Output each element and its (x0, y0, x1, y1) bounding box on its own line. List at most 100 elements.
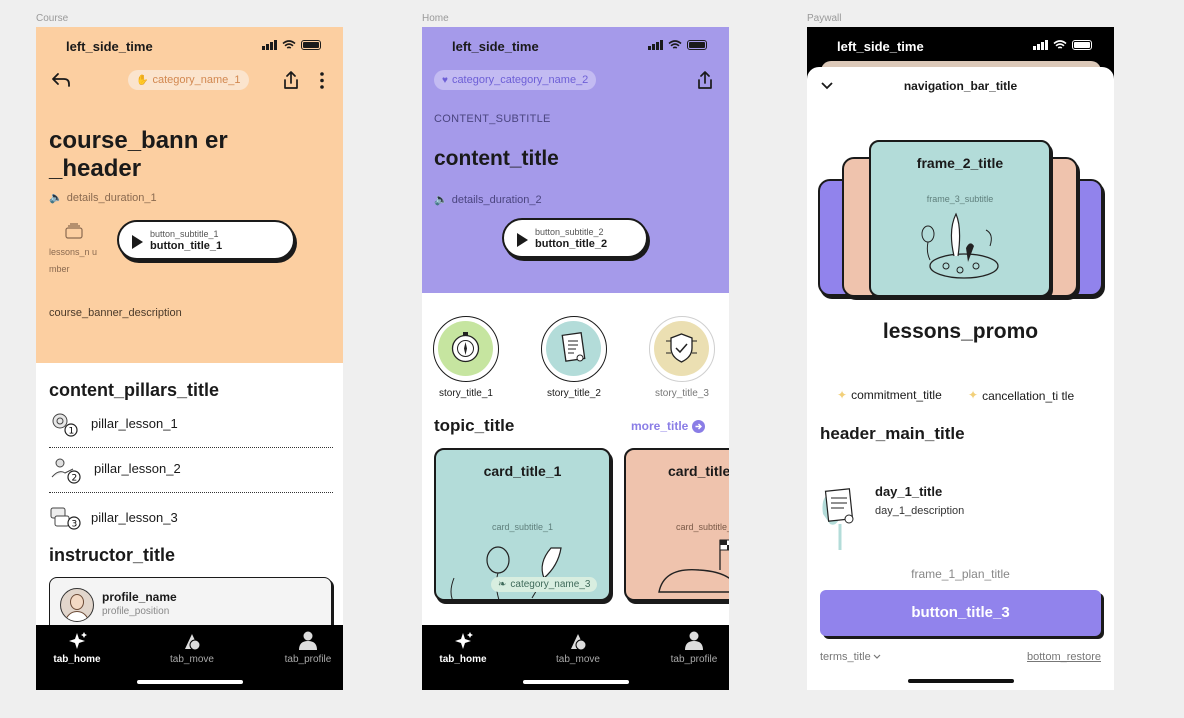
status-icons (648, 40, 707, 50)
paywall-screen: left_side_time navigation_bar_title fram… (807, 27, 1114, 690)
share-icon[interactable] (696, 71, 714, 90)
commitment-row: ✦ commitment_title (837, 388, 942, 402)
content-subtitle: CONTENT_SUBTITLE (434, 113, 551, 125)
card-category-pill: ❧ category_name_3 (491, 577, 598, 592)
svg-text:2: 2 (72, 474, 78, 484)
profile-name: profile_name (102, 590, 177, 604)
arrow-right-icon (692, 419, 706, 433)
stack-icon (65, 223, 83, 239)
story-ring (433, 316, 499, 382)
sparkles-icon (69, 632, 87, 649)
tab-move-label: tab_move (556, 654, 600, 665)
story-item[interactable]: story_title_2 (541, 316, 611, 399)
tab-profile-label: tab_profile (670, 654, 718, 665)
tab-home[interactable]: tab_home (423, 631, 503, 665)
status-icons (1033, 40, 1092, 50)
commitment-title: commitment_title (851, 388, 942, 402)
duration-text: details_duration_2 (451, 193, 542, 206)
day-document-icon (822, 488, 854, 550)
play-icon (132, 235, 143, 249)
category-pill[interactable]: ♥ category_category_name_2 (434, 70, 597, 90)
heart-icon: ♥ (442, 74, 448, 86)
play-icon (517, 233, 528, 247)
restore-link[interactable]: bottom_restore (1027, 651, 1101, 663)
tab-home-label: tab_home (439, 654, 487, 665)
card-title: card_title_2 (668, 463, 729, 479)
pillar-label: pillar_lesson_3 (91, 510, 178, 525)
header-main-title: header_main_title (820, 424, 965, 443)
more-label: more_title (631, 419, 689, 433)
duration-row: 🔈 details_duration_2 (434, 193, 542, 207)
gears-icon: 1 (52, 413, 78, 437)
subscribe-button[interactable]: button_title_3 (820, 590, 1101, 636)
category-label: category_category_name_2 (451, 74, 589, 86)
frame-front: frame_2_title frame_3_subtitle (869, 140, 1051, 297)
wifi-icon (668, 40, 682, 49)
signal-icon (262, 40, 277, 50)
tab-move[interactable]: tab_move (152, 631, 232, 665)
tab-home[interactable]: tab_home (37, 631, 117, 665)
sound-icon: 🔈 (434, 194, 448, 206)
play-button[interactable]: button_subtitle_1 button_title_1 (117, 220, 295, 260)
day-title: day_1_title (875, 484, 943, 499)
back-icon[interactable] (51, 72, 71, 88)
divider (49, 447, 333, 448)
story-ring (649, 316, 715, 382)
category-pill[interactable]: ✋ category_name_1 (128, 70, 249, 90)
status-bar: left_side_time (36, 27, 343, 65)
sparkle-icon: ✦ (968, 388, 979, 402)
signal-icon (648, 40, 663, 50)
status-bar: left_side_time (807, 27, 1114, 65)
hand-flower-icon: 2 (51, 458, 81, 484)
cards-icon: 3 (50, 507, 81, 530)
avatar (60, 588, 94, 622)
lessons-number: lessons_n umber (49, 247, 98, 274)
pillar-item[interactable]: 2 pillar_lesson_2 (49, 455, 329, 487)
terms-label: terms_title (820, 651, 871, 663)
navigation-bar-title: navigation_bar_title (903, 79, 1018, 93)
shield-icon (654, 321, 709, 376)
pillar-item[interactable]: 1 pillar_lesson_1 (49, 411, 329, 441)
battery-icon (1072, 40, 1092, 50)
topic-card[interactable]: card_title_2 card_subtitle_2 (624, 448, 729, 601)
home-indicator (523, 680, 629, 684)
topic-card[interactable]: card_title_1 card_subtitle_1 ❧ category_… (434, 448, 611, 601)
tab-move[interactable]: tab_move (538, 631, 618, 665)
card-category: category_name_3 (510, 579, 591, 590)
palette-illustration (921, 212, 999, 279)
play-button[interactable]: button_subtitle_2 button_title_2 (502, 218, 648, 258)
wifi-icon (1053, 40, 1067, 49)
share-icon[interactable] (282, 71, 300, 90)
home-indicator (908, 679, 1014, 683)
plan-title: frame_1_plan_title (911, 567, 1010, 581)
story-ring (541, 316, 607, 382)
lessons-promo: lessons_promo (882, 320, 1039, 343)
paywall-sheet: navigation_bar_title frame_2_title frame… (807, 67, 1114, 690)
course-header: course_bann er_header (49, 127, 228, 182)
flag-illustration (658, 539, 729, 593)
battery-icon (301, 40, 321, 50)
frame-title: frame_2_title (916, 155, 1004, 171)
day-description: day_1_description (875, 505, 965, 517)
tab-bar: tab_home tab_move tab_profile (422, 625, 729, 690)
user-icon (685, 631, 703, 650)
topic-title: topic_title (434, 416, 515, 435)
more-icon[interactable] (320, 72, 324, 89)
story-item[interactable]: story_title_1 (433, 316, 503, 399)
signal-icon (1033, 40, 1048, 50)
status-time: left_side_time (452, 39, 539, 54)
pillar-item[interactable]: 3 pillar_lesson_3 (49, 504, 329, 534)
tab-profile[interactable]: tab_profile (654, 631, 729, 665)
terms-link[interactable]: terms_title (820, 651, 881, 663)
cancellation-title: cancellation_ti tle (982, 389, 1075, 403)
sparkles-icon (455, 632, 473, 649)
story-item[interactable]: story_title_3 (649, 316, 719, 399)
play-button-title: button_title_1 (150, 240, 223, 252)
tab-bar: tab_home tab_move tab_profile (36, 625, 343, 690)
more-link[interactable]: more_title (631, 419, 706, 433)
category-label: category_name_1 (152, 74, 241, 86)
card-subtitle: card_subtitle_1 (491, 522, 554, 532)
status-bar: left_side_time (422, 27, 729, 65)
tab-profile[interactable]: tab_profile (268, 631, 343, 665)
cancellation-row: ✦ cancellation_ti tle (968, 388, 1078, 404)
